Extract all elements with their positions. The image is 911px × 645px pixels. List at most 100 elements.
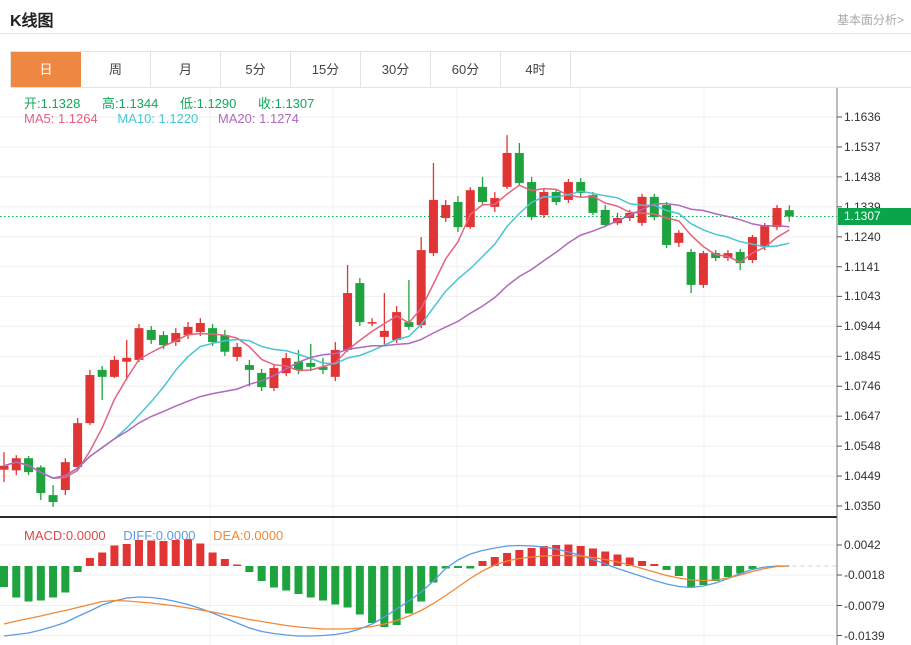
macd-bar — [453, 566, 462, 568]
candle-body — [502, 152, 512, 187]
macd-bar — [269, 566, 278, 588]
macd-bar — [711, 566, 720, 581]
tab-30min[interactable]: 30分 — [361, 52, 431, 87]
macd-bar — [404, 566, 413, 614]
candle-body — [539, 192, 549, 216]
tab-60min[interactable]: 60分 — [431, 52, 501, 87]
high-value: 高:1.1344 — [102, 96, 159, 111]
tab-15min[interactable]: 15分 — [291, 52, 361, 87]
low-value: 低:1.1290 — [180, 96, 237, 111]
macd-bar — [331, 566, 340, 605]
ma-legend: MA5: 1.1264 MA10: 1.1220 MA20: 1.1274 — [24, 111, 315, 126]
candle-body — [306, 362, 316, 367]
macd-bar — [319, 566, 328, 601]
candle-body — [453, 202, 463, 228]
candle-body — [784, 210, 794, 217]
candle-body — [686, 251, 696, 285]
macd-bar — [687, 566, 696, 588]
macd-tick-label: -0.0079 — [844, 598, 885, 613]
macd-bar — [85, 558, 94, 566]
macd-bar — [417, 566, 426, 602]
macd-bar — [392, 566, 401, 625]
macd-bar — [245, 566, 254, 572]
kline-page: K线图 基本面分析> 日 周 月 5分 15分 30分 60分 4时 开:1.1… — [0, 0, 911, 645]
macd-bar — [380, 566, 389, 627]
candle-body — [159, 335, 169, 346]
candle-body — [97, 369, 107, 377]
macd-bar — [294, 566, 303, 594]
macd-tick-label: -0.0139 — [844, 628, 885, 643]
macd-bar — [171, 540, 180, 566]
page-title: K线图 — [10, 13, 54, 30]
candle-body — [416, 250, 426, 326]
ohlc-readout: 开:1.1328 高:1.1344 低:1.1290 收:1.1307 — [24, 93, 332, 112]
candle-body — [11, 458, 21, 471]
macd-bar — [478, 561, 487, 566]
macd-bar — [24, 566, 33, 602]
candle-body — [343, 293, 353, 350]
candle-body — [244, 365, 254, 370]
price-tick-label: 1.1141 — [844, 259, 880, 274]
macd-bar — [196, 543, 205, 566]
macd-bar — [355, 566, 364, 615]
candle-body — [195, 323, 205, 333]
price-tick-label: 1.1537 — [844, 139, 881, 154]
macd-bar — [220, 559, 229, 566]
macd-bar — [674, 566, 683, 576]
tab-month[interactable]: 月 — [151, 52, 221, 87]
candle-body — [600, 209, 610, 225]
macd-bar — [613, 554, 622, 566]
candle-body — [367, 322, 377, 324]
fundamental-analysis-link[interactable]: 基本面分析> — [837, 11, 904, 28]
macd-bar — [122, 544, 131, 566]
macd-bar — [134, 540, 143, 566]
price-tick-label: 1.1043 — [844, 289, 881, 304]
macd-value: MACD:0.0000 — [24, 528, 106, 543]
macd-bar — [147, 540, 156, 566]
price-tick-label: 1.0449 — [844, 469, 881, 484]
candle-body — [514, 152, 524, 183]
ma10-value: MA10: 1.1220 — [117, 111, 199, 126]
candle-body — [85, 375, 95, 424]
tab-5min[interactable]: 5分 — [221, 52, 291, 87]
tab-week[interactable]: 周 — [81, 52, 151, 87]
diff-value: DIFF:0.0000 — [123, 528, 196, 543]
macd-bar — [159, 541, 168, 566]
candle-body — [220, 335, 230, 352]
macd-bar — [699, 566, 708, 585]
macd-bar — [503, 553, 512, 566]
candles-group — [0, 135, 794, 507]
macd-bar — [110, 545, 119, 566]
page-header: K线图 基本面分析> — [0, 0, 911, 33]
macd-bar — [282, 566, 291, 591]
candle-body — [772, 208, 782, 228]
macd-bar — [638, 561, 647, 566]
open-value: 开:1.1328 — [24, 96, 81, 111]
candle-body — [747, 237, 757, 261]
macd-bar — [208, 552, 217, 566]
macd-bar — [49, 566, 58, 598]
macd-bar — [233, 564, 242, 566]
price-tick-label: 1.0845 — [844, 349, 881, 364]
price-tick-label: 1.1240 — [844, 229, 881, 244]
current-price-value: 1.1307 — [844, 209, 881, 223]
macd-bar — [184, 539, 193, 566]
candle-body — [441, 205, 451, 219]
macd-bar — [73, 566, 82, 572]
candle-body — [563, 182, 573, 200]
tab-day[interactable]: 日 — [11, 52, 81, 87]
macd-bar — [36, 566, 45, 601]
candle-body — [355, 283, 365, 323]
macd-bar — [0, 566, 8, 587]
candle-body — [146, 329, 156, 340]
macd-bar — [343, 566, 352, 608]
tab-4hour[interactable]: 4时 — [501, 52, 571, 87]
price-tick-label: 1.1438 — [844, 169, 881, 184]
macd-bar — [650, 564, 659, 566]
candle-body — [428, 199, 438, 254]
candle-body — [379, 330, 389, 337]
candle-body — [48, 495, 58, 503]
candle-body — [674, 232, 684, 243]
chart-canvas[interactable] — [0, 88, 911, 645]
price-tick-label: 1.0746 — [844, 379, 881, 394]
